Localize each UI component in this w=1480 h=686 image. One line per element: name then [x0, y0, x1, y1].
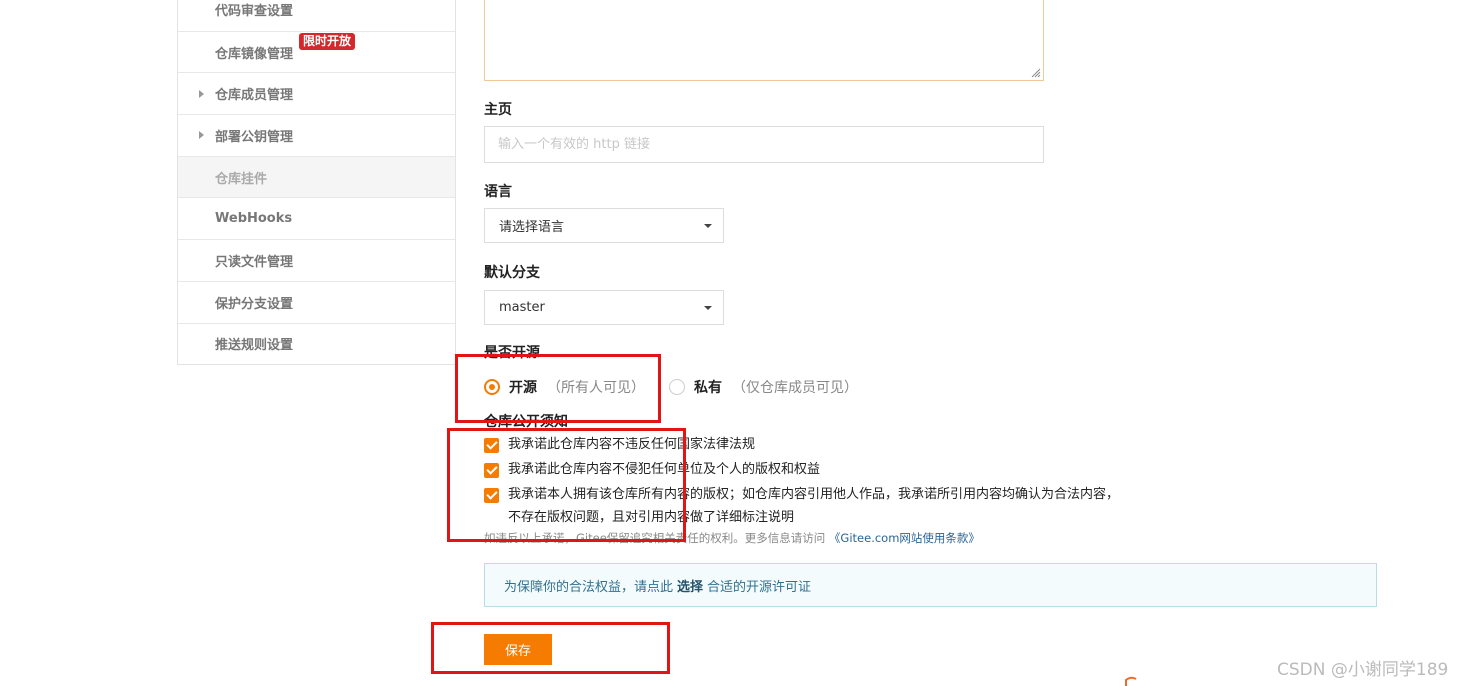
sidebar-item-label: WebHooks — [215, 211, 293, 227]
sidebar-item-label: 推送规则设置 — [215, 338, 294, 354]
caret-right-icon — [199, 89, 204, 98]
sidebar-item-label: 保护分支设置 — [215, 296, 294, 312]
highlight-box-save — [431, 622, 670, 674]
csdn-watermark: CSDN @小谢同学189 — [1277, 660, 1449, 680]
sidebar-item-code-review[interactable]: 代码审查设置 — [178, 0, 455, 31]
language-select[interactable]: 请选择语言 — [484, 208, 724, 243]
language-select-value: 请选择语言 — [499, 220, 565, 235]
sidebar-item-label: 仓库挂件 — [215, 171, 268, 187]
private-radio-label[interactable]: 私有 — [694, 377, 722, 397]
choose-license-link[interactable]: 选择 — [677, 576, 703, 595]
sidebar-item-label: 仓库成员管理 — [215, 88, 294, 104]
highlight-box-checkboxes — [447, 428, 686, 542]
settings-sidebar: 代码审查设置 仓库镜像管理 仓库成员管理 部署公钥管理 仓库挂件 WebHook… — [177, 0, 456, 366]
sidebar-item-deploy-keys[interactable]: 部署公钥管理 — [178, 114, 455, 156]
license-info-prefix: 为保障你的合法权益，请点此 — [504, 579, 674, 595]
description-textarea[interactable] — [484, 0, 1044, 81]
private-radio[interactable] — [669, 379, 685, 395]
sidebar-item-label: 仓库镜像管理 — [215, 46, 294, 62]
sidebar-item-readonly-files[interactable]: 只读文件管理 — [178, 239, 455, 281]
sidebar-item-repo-widget[interactable]: 仓库挂件 — [178, 155, 455, 198]
sidebar-item-label: 部署公钥管理 — [215, 129, 294, 145]
terms-link[interactable]: 《Gitee.com网站使用条款》 — [829, 531, 980, 545]
default-branch-label: 默认分支 — [484, 265, 540, 281]
sidebar-item-protected-branches[interactable]: 保护分支设置 — [178, 280, 455, 323]
limited-open-badge: 限时开放 — [299, 33, 356, 50]
homepage-input[interactable] — [484, 126, 1044, 163]
sidebar-item-webhooks[interactable]: WebHooks — [178, 197, 455, 239]
sidebar-item-repo-members[interactable]: 仓库成员管理 — [178, 72, 455, 114]
default-branch-select[interactable]: master — [484, 290, 724, 325]
resize-handle-icon[interactable] — [1029, 66, 1041, 78]
sidebar-item-label: 代码审查设置 — [215, 4, 294, 20]
default-branch-value: master — [499, 300, 545, 315]
highlight-box-visibility — [455, 354, 661, 423]
private-radio-note: （仅仓库成员可见） — [732, 380, 858, 396]
sidebar-item-push-rules[interactable]: 推送规则设置 — [178, 322, 455, 365]
sidebar-item-label: 只读文件管理 — [215, 254, 294, 270]
caret-right-icon — [199, 131, 204, 140]
csdn-logo-icon — [1125, 676, 1137, 686]
license-info-box: 为保障你的合法权益，请点此 选择 合适的开源许可证 — [484, 563, 1377, 607]
caret-down-icon — [704, 306, 712, 310]
license-info-suffix: 合适的开源许可证 — [707, 579, 812, 595]
homepage-label: 主页 — [484, 102, 512, 118]
caret-down-icon — [704, 224, 712, 228]
language-label: 语言 — [484, 184, 512, 200]
